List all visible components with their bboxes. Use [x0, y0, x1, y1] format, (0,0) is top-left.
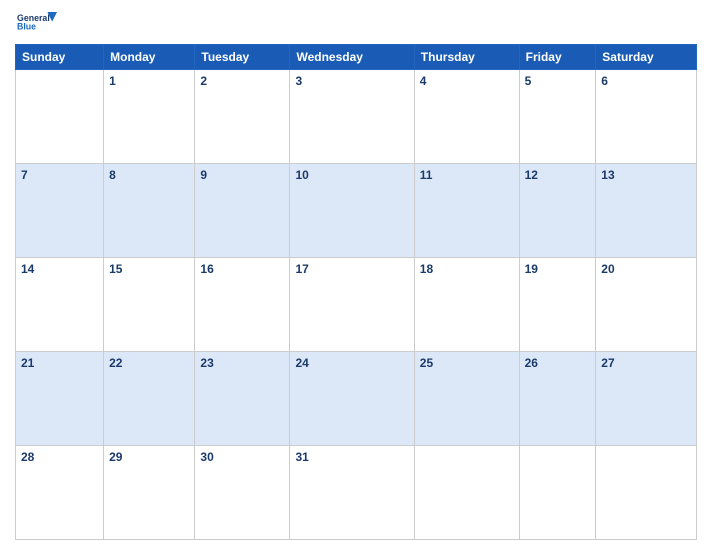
calendar-cell — [414, 446, 519, 540]
calendar-cell: 3 — [290, 70, 414, 164]
calendar-cell: 31 — [290, 446, 414, 540]
day-number: 16 — [200, 262, 213, 276]
day-number: 26 — [525, 356, 538, 370]
calendar-cell: 17 — [290, 258, 414, 352]
calendar-cell: 11 — [414, 164, 519, 258]
calendar-cell: 1 — [104, 70, 195, 164]
weekday-header-row: SundayMondayTuesdayWednesdayThursdayFrid… — [16, 45, 697, 70]
calendar-cell: 15 — [104, 258, 195, 352]
calendar-cell: 27 — [596, 352, 697, 446]
calendar-cell: 25 — [414, 352, 519, 446]
day-number: 27 — [601, 356, 614, 370]
calendar-week-row: 21 22 23 24 25 26 27 — [16, 352, 697, 446]
calendar-cell — [596, 446, 697, 540]
calendar-cell: 10 — [290, 164, 414, 258]
calendar-cell: 26 — [519, 352, 596, 446]
day-number: 3 — [295, 74, 302, 88]
weekday-wednesday: Wednesday — [290, 45, 414, 70]
calendar-cell: 28 — [16, 446, 104, 540]
day-number: 29 — [109, 450, 122, 464]
calendar-cell — [519, 446, 596, 540]
weekday-saturday: Saturday — [596, 45, 697, 70]
day-number: 12 — [525, 168, 538, 182]
calendar-cell: 20 — [596, 258, 697, 352]
day-number: 23 — [200, 356, 213, 370]
weekday-friday: Friday — [519, 45, 596, 70]
weekday-sunday: Sunday — [16, 45, 104, 70]
calendar-cell: 18 — [414, 258, 519, 352]
day-number: 10 — [295, 168, 308, 182]
day-number: 18 — [420, 262, 433, 276]
calendar-cell: 23 — [195, 352, 290, 446]
day-number: 9 — [200, 168, 207, 182]
calendar-week-row: 14 15 16 17 18 19 20 — [16, 258, 697, 352]
calendar-cell — [16, 70, 104, 164]
day-number: 25 — [420, 356, 433, 370]
weekday-thursday: Thursday — [414, 45, 519, 70]
day-number: 11 — [420, 168, 433, 182]
calendar-cell: 12 — [519, 164, 596, 258]
calendar-cell: 9 — [195, 164, 290, 258]
day-number: 17 — [295, 262, 308, 276]
svg-text:Blue: Blue — [17, 22, 36, 32]
day-number: 15 — [109, 262, 122, 276]
calendar-cell: 24 — [290, 352, 414, 446]
day-number: 22 — [109, 356, 122, 370]
calendar-table: SundayMondayTuesdayWednesdayThursdayFrid… — [15, 44, 697, 540]
calendar-cell: 6 — [596, 70, 697, 164]
calendar-cell: 22 — [104, 352, 195, 446]
day-number: 2 — [200, 74, 207, 88]
calendar-cell: 19 — [519, 258, 596, 352]
day-number: 30 — [200, 450, 213, 464]
calendar-cell: 4 — [414, 70, 519, 164]
day-number: 1 — [109, 74, 116, 88]
calendar-week-row: 1 2 3 4 5 6 — [16, 70, 697, 164]
day-number: 20 — [601, 262, 614, 276]
day-number: 24 — [295, 356, 308, 370]
day-number: 5 — [525, 74, 532, 88]
calendar-cell: 5 — [519, 70, 596, 164]
calendar-cell: 16 — [195, 258, 290, 352]
calendar-cell: 14 — [16, 258, 104, 352]
calendar-cell: 13 — [596, 164, 697, 258]
calendar-cell: 29 — [104, 446, 195, 540]
day-number: 8 — [109, 168, 116, 182]
calendar-header: General Blue — [15, 10, 697, 38]
calendar-cell: 7 — [16, 164, 104, 258]
calendar-cell: 21 — [16, 352, 104, 446]
day-number: 7 — [21, 168, 28, 182]
calendar-week-row: 28 29 30 31 — [16, 446, 697, 540]
calendar-cell: 8 — [104, 164, 195, 258]
day-number: 21 — [21, 356, 34, 370]
day-number: 19 — [525, 262, 538, 276]
calendar-cell: 30 — [195, 446, 290, 540]
calendar-cell: 2 — [195, 70, 290, 164]
day-number: 6 — [601, 74, 608, 88]
day-number: 31 — [295, 450, 308, 464]
day-number: 28 — [21, 450, 34, 464]
weekday-monday: Monday — [104, 45, 195, 70]
day-number: 14 — [21, 262, 34, 276]
logo: General Blue — [17, 10, 57, 38]
day-number: 13 — [601, 168, 614, 182]
calendar-week-row: 7 8 9 10 11 12 13 — [16, 164, 697, 258]
day-number: 4 — [420, 74, 427, 88]
weekday-tuesday: Tuesday — [195, 45, 290, 70]
